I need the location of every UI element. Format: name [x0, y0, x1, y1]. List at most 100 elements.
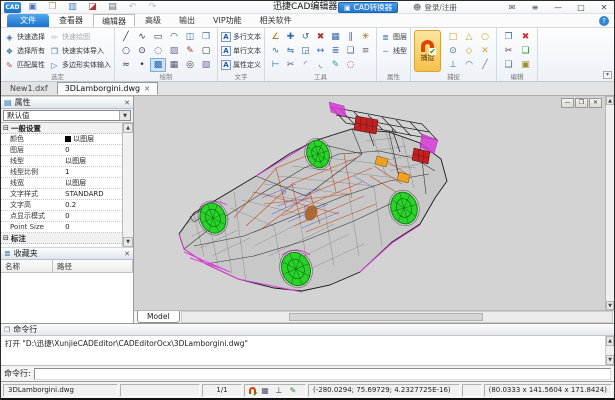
scrollbar-thumb[interactable]: [289, 313, 483, 321]
rectangle-icon[interactable]: ▭: [150, 30, 166, 44]
float-panel-icon[interactable]: ❐: [4, 326, 10, 334]
polyline-icon[interactable]: ∿: [134, 30, 150, 44]
snap-midpoint-icon[interactable]: △: [461, 30, 477, 44]
redo-icon[interactable]: ↷: [147, 2, 158, 13]
block-icon[interactable]: ◫: [182, 30, 198, 44]
scroll-down-icon[interactable]: ▼: [123, 237, 133, 247]
region-icon[interactable]: ▢: [198, 44, 214, 58]
circle-icon[interactable]: ○: [118, 44, 134, 58]
polygon-input-button[interactable]: ▷ 多边形实体输入: [49, 58, 111, 72]
table-icon[interactable]: ▦: [166, 58, 182, 72]
close-panel-icon[interactable]: ✕: [124, 99, 130, 107]
linetype-button[interactable]: ╌ 线型: [380, 44, 407, 58]
draw-mode-icon[interactable]: ✎: [288, 385, 298, 395]
property-row[interactable]: 线型 以图层: [1, 156, 122, 167]
snap-node-icon[interactable]: ⊙: [445, 44, 461, 58]
ellipse-icon[interactable]: ⊙: [134, 44, 150, 58]
paste-icon[interactable]: ❏: [517, 44, 534, 58]
command-input[interactable]: [33, 367, 611, 380]
cad-converter-button[interactable]: ▣ CAD转换器: [338, 2, 399, 13]
doc-tab-lamborgini[interactable]: 3DLamborgini.dwg ✕: [56, 82, 158, 95]
chevron-down-icon[interactable]: ▼: [119, 111, 130, 120]
align-icon[interactable]: ≣: [328, 44, 343, 58]
scale-icon[interactable]: ◲: [298, 44, 313, 58]
property-row[interactable]: 颜色 以图层: [1, 134, 122, 145]
array-icon[interactable]: ▦: [328, 30, 343, 44]
offset-icon[interactable]: ∥: [343, 30, 358, 44]
erase-icon[interactable]: ✖: [313, 30, 328, 44]
property-row[interactable]: 文字样式 STANDARD: [1, 189, 122, 200]
ortho-icon[interactable]: ⊥: [274, 385, 284, 395]
property-row[interactable]: 线宽 以图层: [1, 178, 122, 189]
column-name[interactable]: 名称: [1, 260, 53, 272]
property-value[interactable]: 0.2: [65, 201, 122, 209]
collapse-icon[interactable]: ⊟: [3, 234, 9, 242]
measure-icon[interactable]: ∠: [268, 30, 283, 44]
menu-tab-editor[interactable]: 编辑器: [93, 14, 135, 27]
copy-icon[interactable]: ❐: [500, 30, 517, 44]
preset-dropdown[interactable]: 默认值 ▼: [3, 110, 131, 121]
image-icon[interactable]: ▨: [166, 44, 182, 58]
close-panel-icon[interactable]: ✕: [124, 250, 130, 258]
minimize-icon[interactable]: —: [552, 2, 564, 13]
canvas-vertical-scrollbar[interactable]: ▲ ▼: [605, 96, 614, 310]
match-properties-button[interactable]: ✎ 匹配属性: [4, 58, 45, 72]
property-value[interactable]: 1: [65, 168, 122, 176]
fillet-icon[interactable]: ◜: [298, 58, 313, 72]
revcloud-icon[interactable]: ◌: [150, 44, 166, 58]
spline-icon[interactable]: ≈: [118, 58, 134, 72]
lengthen-icon[interactable]: ⊢: [268, 58, 283, 72]
scroll-up-icon[interactable]: ▲: [606, 336, 614, 346]
arc-icon[interactable]: ◠: [166, 30, 182, 44]
layer-button[interactable]: ≣ 图层: [380, 30, 407, 44]
chamfer-icon[interactable]: ◟: [313, 58, 328, 72]
menu-tab-output[interactable]: 输出: [171, 14, 203, 27]
properties-scrollbar[interactable]: ▲ ▼: [122, 123, 133, 247]
line-icon[interactable]: ╱: [118, 30, 134, 44]
menu-tab-vip[interactable]: VIP功能: [205, 14, 250, 27]
snap-perpendicular-icon[interactable]: ⊥: [445, 58, 461, 72]
drawing-canvas[interactable]: — ❐ ✕ ▲ ▼ Model: [134, 96, 614, 323]
print-icon[interactable]: ▤: [107, 2, 118, 13]
property-value[interactable]: 0: [65, 146, 122, 154]
menu-tab-related[interactable]: 相关软件: [252, 14, 300, 27]
property-row[interactable]: 线型比例 1: [1, 167, 122, 178]
login-register-button[interactable]: ☻ 登录/注册: [413, 1, 457, 14]
delete-icon[interactable]: ✖: [517, 30, 534, 44]
cut-icon[interactable]: ✂: [500, 44, 517, 58]
donut-icon[interactable]: ◎: [182, 58, 198, 72]
property-row[interactable]: 文字高 0.2: [1, 200, 122, 211]
canvas-horizontal-scrollbar[interactable]: [180, 311, 613, 323]
property-value[interactable]: 0: [65, 223, 122, 231]
child-close-icon[interactable]: ✕: [589, 98, 602, 108]
command-log-scrollbar[interactable]: ▲ ▼: [605, 336, 614, 365]
property-value[interactable]: STANDARD: [65, 190, 122, 198]
snap-quadrant-icon[interactable]: ◇: [461, 44, 477, 58]
close-icon[interactable]: ✕: [598, 2, 610, 13]
quick-select-button[interactable]: ◈ 快速选择: [4, 30, 45, 44]
open-icon[interactable]: ❒: [47, 2, 58, 13]
property-value[interactable]: 以图层: [65, 178, 122, 188]
edit-polyline-icon[interactable]: ∿: [268, 44, 283, 58]
scroll-up-icon[interactable]: ▲: [123, 123, 133, 133]
grid-display-icon[interactable]: ▦: [260, 385, 270, 395]
ribbon-collapse-button[interactable]: ▾: [603, 71, 612, 79]
maximize-icon[interactable]: □: [575, 2, 587, 13]
match-icon[interactable]: ✎: [328, 58, 343, 72]
property-value[interactable]: 以图层: [65, 156, 122, 166]
child-restore-icon[interactable]: ❐: [575, 98, 588, 108]
explode-icon[interactable]: ✳: [358, 30, 373, 44]
property-row[interactable]: Point Size 0: [1, 222, 122, 233]
point-icon[interactable]: •: [134, 58, 150, 72]
rotate-icon[interactable]: ↺: [298, 30, 313, 44]
menu-icon[interactable]: ≡: [529, 2, 541, 13]
osnap-icon[interactable]: ✔: [249, 386, 258, 396]
stretch-icon[interactable]: ↔: [313, 44, 328, 58]
snap-intersection-icon[interactable]: ✕: [477, 44, 493, 58]
snap-nearest-icon[interactable]: ╱: [477, 58, 493, 72]
snap-center-icon[interactable]: ○: [477, 30, 493, 44]
menu-tab-viewer[interactable]: 查看器: [51, 14, 91, 27]
trim-icon[interactable]: ✂: [283, 58, 298, 72]
multiline-text-button[interactable]: A 多行文本: [221, 30, 261, 44]
paste-special-icon[interactable]: ▣: [517, 58, 534, 72]
